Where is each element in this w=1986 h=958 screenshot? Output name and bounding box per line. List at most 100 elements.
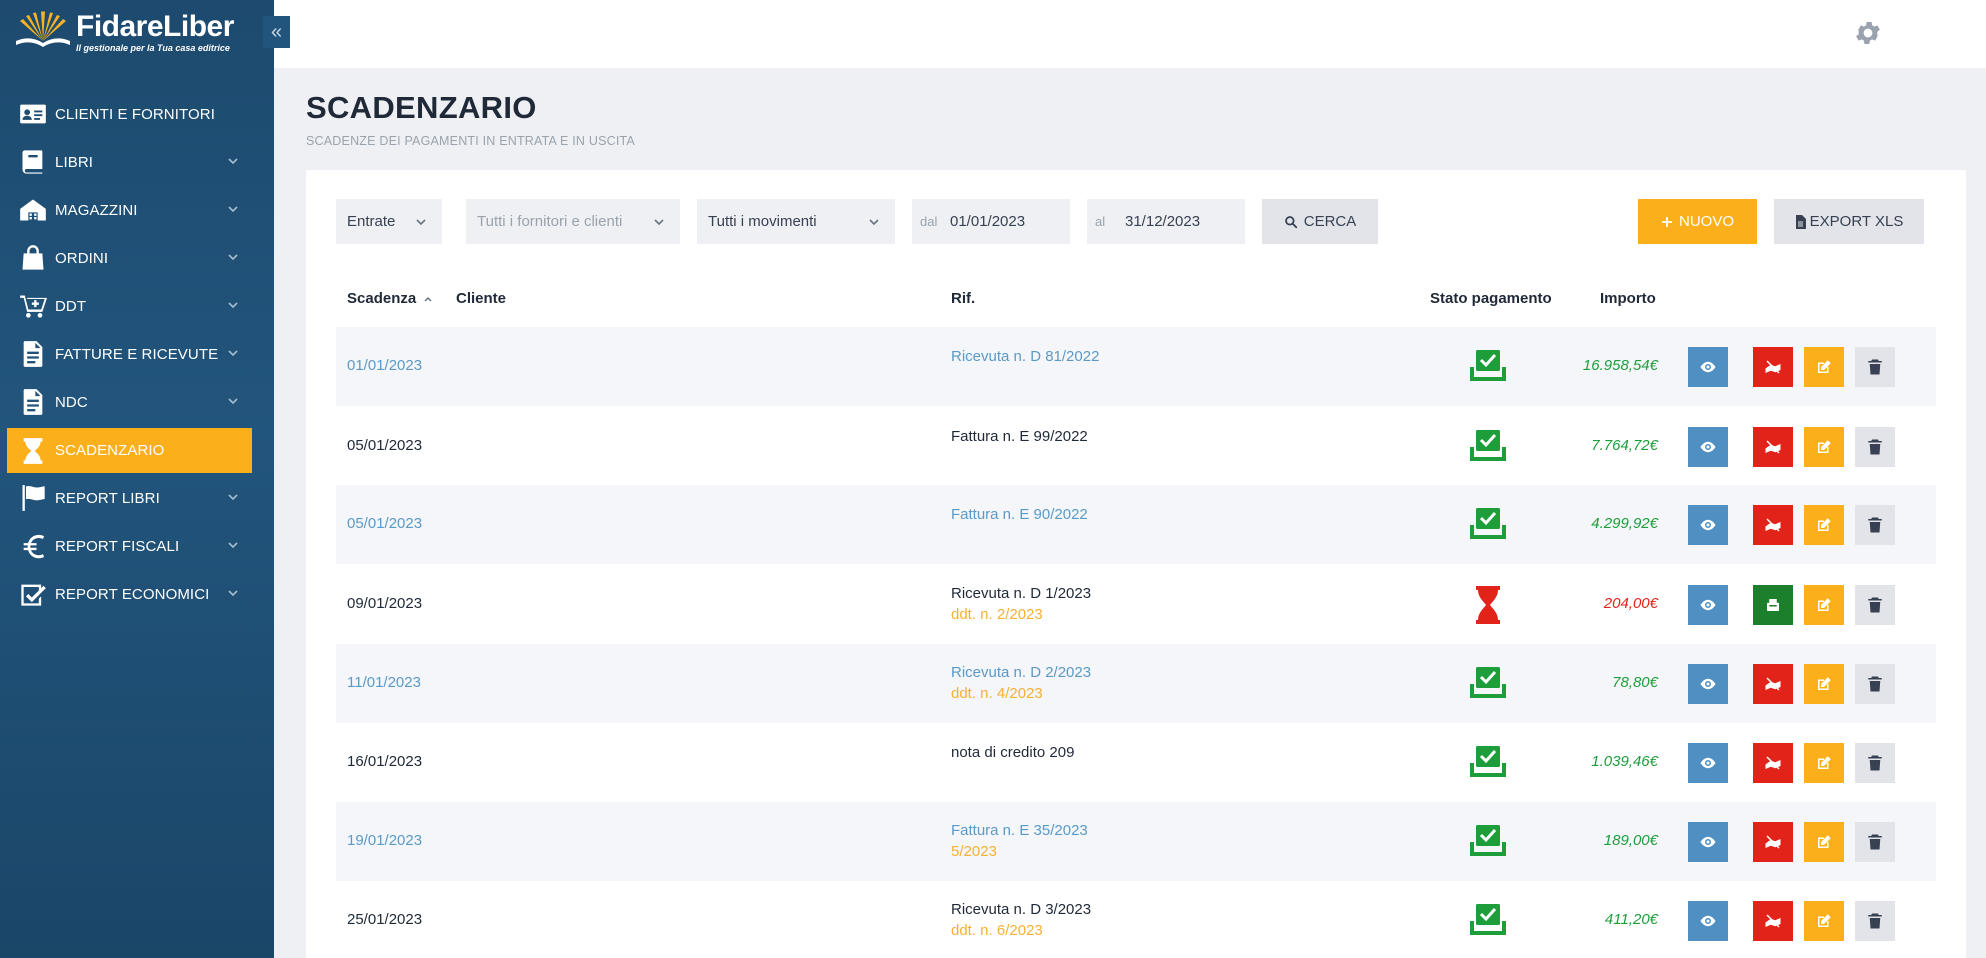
sidebar-item-libri[interactable]: LIBRI [0,138,274,186]
view-button[interactable] [1688,585,1728,625]
date-from-label: dal [920,214,938,229]
column-header-ref[interactable]: Rif. [951,290,975,307]
sidebar-item-clienti-fornitori[interactable]: CLIENTI E FORNITORI [0,90,274,138]
payment-toggle-button[interactable] [1753,347,1793,387]
edit-button[interactable] [1804,664,1844,704]
reference-link[interactable]: nota di credito 209 [951,744,1074,761]
table-row[interactable]: 05/01/2023 Fattura n. E 99/2022 7.764,72€ [336,407,1936,486]
delete-button[interactable] [1855,664,1895,704]
sidebar-item-label: MAGAZZINI [55,201,138,219]
edit-button[interactable] [1804,822,1844,862]
sidebar-item-scadenzario[interactable]: SCADENZARIO [7,428,252,473]
movements-select[interactable]: Tutti i movimenti [697,199,895,244]
view-button[interactable] [1688,822,1728,862]
payment-toggle-button[interactable] [1753,822,1793,862]
new-button[interactable]: NUOVO [1638,199,1757,244]
payment-toggle-button[interactable] [1753,743,1793,783]
cancel-payment-icon [1764,438,1782,456]
payment-done-icon [1466,345,1510,389]
column-header-due[interactable]: Scadenza [347,290,433,307]
export-xls-button[interactable]: EXPORT XLS [1774,199,1924,244]
view-button[interactable] [1688,505,1728,545]
chevron-down-icon [226,490,240,504]
reference-link[interactable]: Ricevuta n. D 2/2023 [951,664,1091,681]
document-icon [18,339,48,369]
edit-button[interactable] [1804,901,1844,941]
sidebar-item-report-libri[interactable]: REPORT LIBRI [0,474,274,522]
table-row[interactable]: 11/01/2023 Ricevuta n. D 2/2023 ddt. n. 4/… [336,644,1936,723]
reference-sub-link[interactable]: ddt. n. 4/2023 [951,685,1043,702]
delete-button[interactable] [1855,585,1895,625]
payment-done-icon [1466,820,1510,864]
edit-button[interactable] [1804,505,1844,545]
payment-toggle-button[interactable] [1753,664,1793,704]
payment-toggle-button[interactable] [1753,505,1793,545]
logo-book-icon [14,11,72,54]
party-select[interactable]: Tutti i fornitori e clienti [466,199,680,244]
view-button[interactable] [1688,664,1728,704]
delete-button[interactable] [1855,743,1895,783]
edit-button[interactable] [1804,743,1844,783]
gear-icon[interactable] [1853,18,1883,48]
column-header-due-label: Scadenza [347,290,417,307]
sidebar-item-label: REPORT ECONOMICI [55,585,210,603]
date-to-field[interactable]: al 31/12/2023 [1087,199,1245,244]
view-button[interactable] [1688,427,1728,467]
amount: 16.958,54€ [1582,357,1658,374]
search-button[interactable]: CERCA [1262,199,1378,244]
table-row[interactable]: 09/01/2023 Ricevuta n. D 1/2023 ddt. n. 2/… [336,565,1936,644]
delete-button[interactable] [1855,901,1895,941]
reference-link[interactable]: Fattura n. E 90/2022 [951,506,1088,523]
view-button[interactable] [1688,743,1728,783]
reference-sub-link[interactable]: ddt. n. 6/2023 [951,922,1043,939]
reference-link[interactable]: Ricevuta n. D 1/2023 [951,585,1091,602]
column-header-status[interactable]: Stato pagamento [1430,290,1552,307]
sidebar-item-fatture-ricevute[interactable]: FATTURE E RICEVUTE [0,330,274,378]
type-select[interactable]: Entrate [336,199,442,244]
edit-button[interactable] [1804,347,1844,387]
edit-button[interactable] [1804,427,1844,467]
payment-toggle-button[interactable] [1753,427,1793,467]
table-row[interactable]: 05/01/2023 Fattura n. E 90/2022 4.299,92€ [336,485,1936,564]
view-button[interactable] [1688,901,1728,941]
delete-button[interactable] [1855,427,1895,467]
reference-link[interactable]: Ricevuta n. D 81/2022 [951,348,1099,365]
table-row[interactable]: 01/01/2023 Ricevuta n. D 81/2022 16.958,54… [336,327,1936,406]
cancel-payment-icon [1764,833,1782,851]
table-row[interactable]: 16/01/2023 nota di credito 209 1.039,46€ [336,723,1936,802]
eye-icon [1699,358,1717,376]
payment-done-icon [1466,741,1510,785]
delete-button[interactable] [1855,822,1895,862]
payment-toggle-button[interactable] [1753,901,1793,941]
reference-sub-link[interactable]: ddt. n. 2/2023 [951,606,1043,623]
payment-toggle-button[interactable] [1753,585,1793,625]
sidebar-collapse-button[interactable]: « [263,16,290,48]
sidebar-item-ddt[interactable]: DDT [0,282,274,330]
sidebar-item-magazzini[interactable]: MAGAZZINI [0,186,274,234]
date-to-label: al [1095,214,1106,229]
type-select-value: Entrate [347,213,396,230]
reference-link[interactable]: Fattura n. E 99/2022 [951,428,1088,445]
table-row[interactable]: 25/01/2023 Ricevuta n. D 3/2023 ddt. n. 6/… [336,881,1936,958]
edit-icon [1815,438,1833,456]
due-date: 11/01/2023 [347,674,421,691]
sidebar-item-report-economici[interactable]: REPORT ECONOMICI [0,570,274,618]
sidebar-item-report-fiscali[interactable]: REPORT FISCALI [0,522,274,570]
table-row[interactable]: 19/01/2023 Fattura n. E 35/2023 5/2023 189,… [336,802,1936,881]
search-icon [1284,215,1297,228]
reference-sub-link[interactable]: 5/2023 [951,843,997,860]
hourglass-icon [1466,583,1510,627]
reference-link[interactable]: Fattura n. E 35/2023 [951,822,1088,839]
movements-select-value: Tutti i movimenti [708,213,817,230]
column-header-client[interactable]: Cliente [456,290,506,307]
date-from-field[interactable]: dal 01/01/2023 [912,199,1070,244]
reference-link[interactable]: Ricevuta n. D 3/2023 [951,901,1091,918]
edit-button[interactable] [1804,585,1844,625]
delete-button[interactable] [1855,347,1895,387]
view-button[interactable] [1688,347,1728,387]
column-header-amount[interactable]: Importo [1600,290,1656,307]
delete-button[interactable] [1855,505,1895,545]
app-logo[interactable]: FidareLiber Il gestionale per la Tua cas… [14,8,234,56]
sidebar-item-ndc[interactable]: NDC [0,378,274,426]
sidebar-item-ordini[interactable]: ORDINI [0,234,274,282]
